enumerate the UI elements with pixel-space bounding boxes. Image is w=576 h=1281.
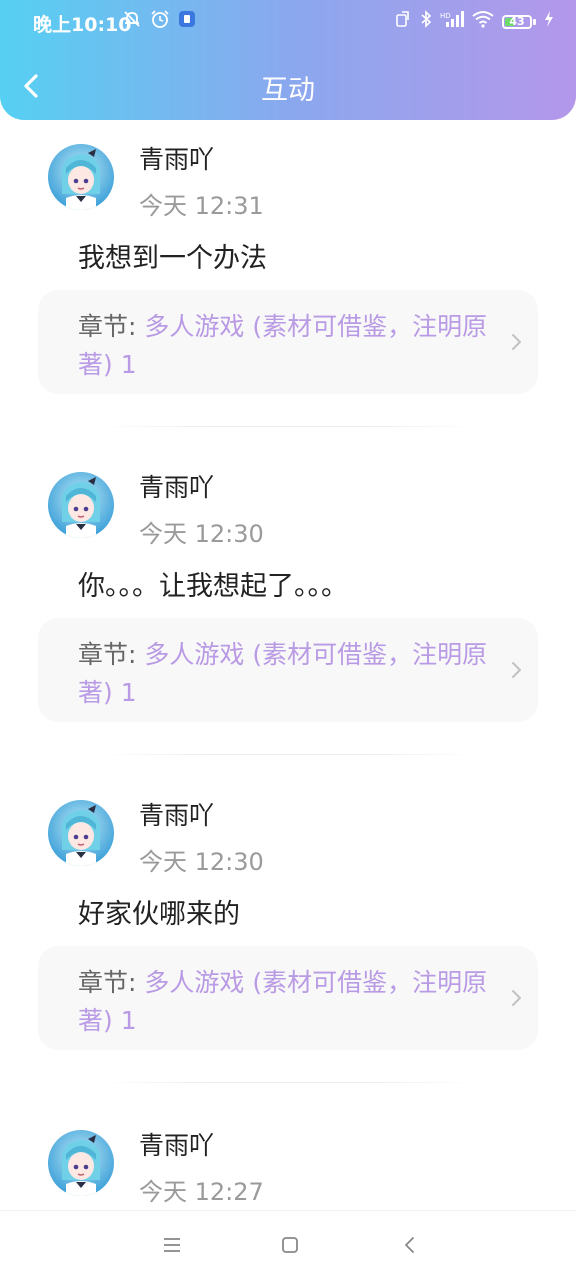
status-bar: 晚上10:10 HD 43	[0, 0, 576, 40]
screen-rotate-icon	[394, 10, 412, 33]
chapter-text: 章节: 多人游戏 (素材可借鉴，注明原著) 1	[78, 964, 498, 1040]
chevron-right-icon	[512, 334, 521, 350]
chevron-right-icon	[512, 662, 521, 678]
interaction-feed[interactable]: 青雨吖 今天 12:31 我想到一个办法 章节: 多人游戏 (素材可借鉴，注明原…	[0, 120, 576, 1210]
timestamp: 今天 12:27	[139, 1178, 264, 1206]
avatar[interactable]	[48, 472, 114, 538]
wifi-icon	[472, 10, 494, 33]
system-nav-bar	[0, 1210, 576, 1281]
chapter-link-card[interactable]: 章节: 多人游戏 (素材可借鉴，注明原著) 1	[38, 946, 538, 1050]
home-square-icon	[282, 1237, 298, 1253]
comment-text: 好家伙哪来的	[78, 899, 240, 930]
chapter-link-card[interactable]: 章节: 多人游戏 (素材可借鉴，注明原著) 1	[38, 290, 538, 394]
alarm-icon	[150, 9, 170, 34]
page-title: 互动	[261, 75, 315, 106]
status-left-icons	[122, 9, 196, 34]
username: 青雨吖	[139, 1131, 215, 1160]
app-notification-icon	[178, 10, 196, 33]
menu-button[interactable]	[160, 1233, 184, 1257]
timestamp: 今天 12:30	[139, 848, 264, 876]
battery-icon: 43	[502, 14, 536, 29]
battery-level: 43	[509, 14, 525, 28]
chapter-prefix: 章节:	[78, 640, 145, 669]
chapter-text: 章节: 多人游戏 (素材可借鉴，注明原著) 1	[78, 636, 498, 712]
divider	[100, 426, 476, 427]
mute-bell-icon	[122, 9, 142, 34]
signal-hd-icon: HD	[440, 10, 464, 33]
divider	[100, 1082, 476, 1083]
avatar[interactable]	[48, 800, 114, 866]
username: 青雨吖	[139, 145, 215, 174]
timestamp: 今天 12:30	[139, 520, 264, 548]
chevron-right-icon	[512, 990, 521, 1006]
status-time: 晚上10:10	[33, 14, 132, 36]
chapter-prefix: 章节:	[78, 312, 145, 341]
username: 青雨吖	[139, 473, 215, 502]
app-header: 晚上10:10 HD 43 互动	[0, 0, 576, 120]
bluetooth-icon	[420, 10, 432, 33]
timestamp: 今天 12:31	[139, 192, 264, 220]
charging-icon	[544, 10, 554, 33]
menu-icon	[164, 1238, 180, 1252]
back-triangle-icon	[405, 1237, 414, 1253]
comment-text: 你。。。让我想起了。。。	[78, 571, 348, 602]
chapter-prefix: 章节:	[78, 968, 145, 997]
system-back-button[interactable]	[398, 1233, 422, 1257]
avatar[interactable]	[48, 144, 114, 210]
chapter-text: 章节: 多人游戏 (素材可借鉴，注明原著) 1	[78, 308, 498, 384]
chapter-link-card[interactable]: 章节: 多人游戏 (素材可借鉴，注明原著) 1	[38, 618, 538, 722]
divider	[100, 754, 476, 755]
svg-text:HD: HD	[440, 12, 451, 20]
status-right-icons: HD 43	[394, 10, 554, 33]
comment-text: 我想到一个办法	[78, 243, 267, 274]
username: 青雨吖	[139, 801, 215, 830]
home-button[interactable]	[278, 1233, 302, 1257]
avatar[interactable]	[48, 1130, 114, 1196]
